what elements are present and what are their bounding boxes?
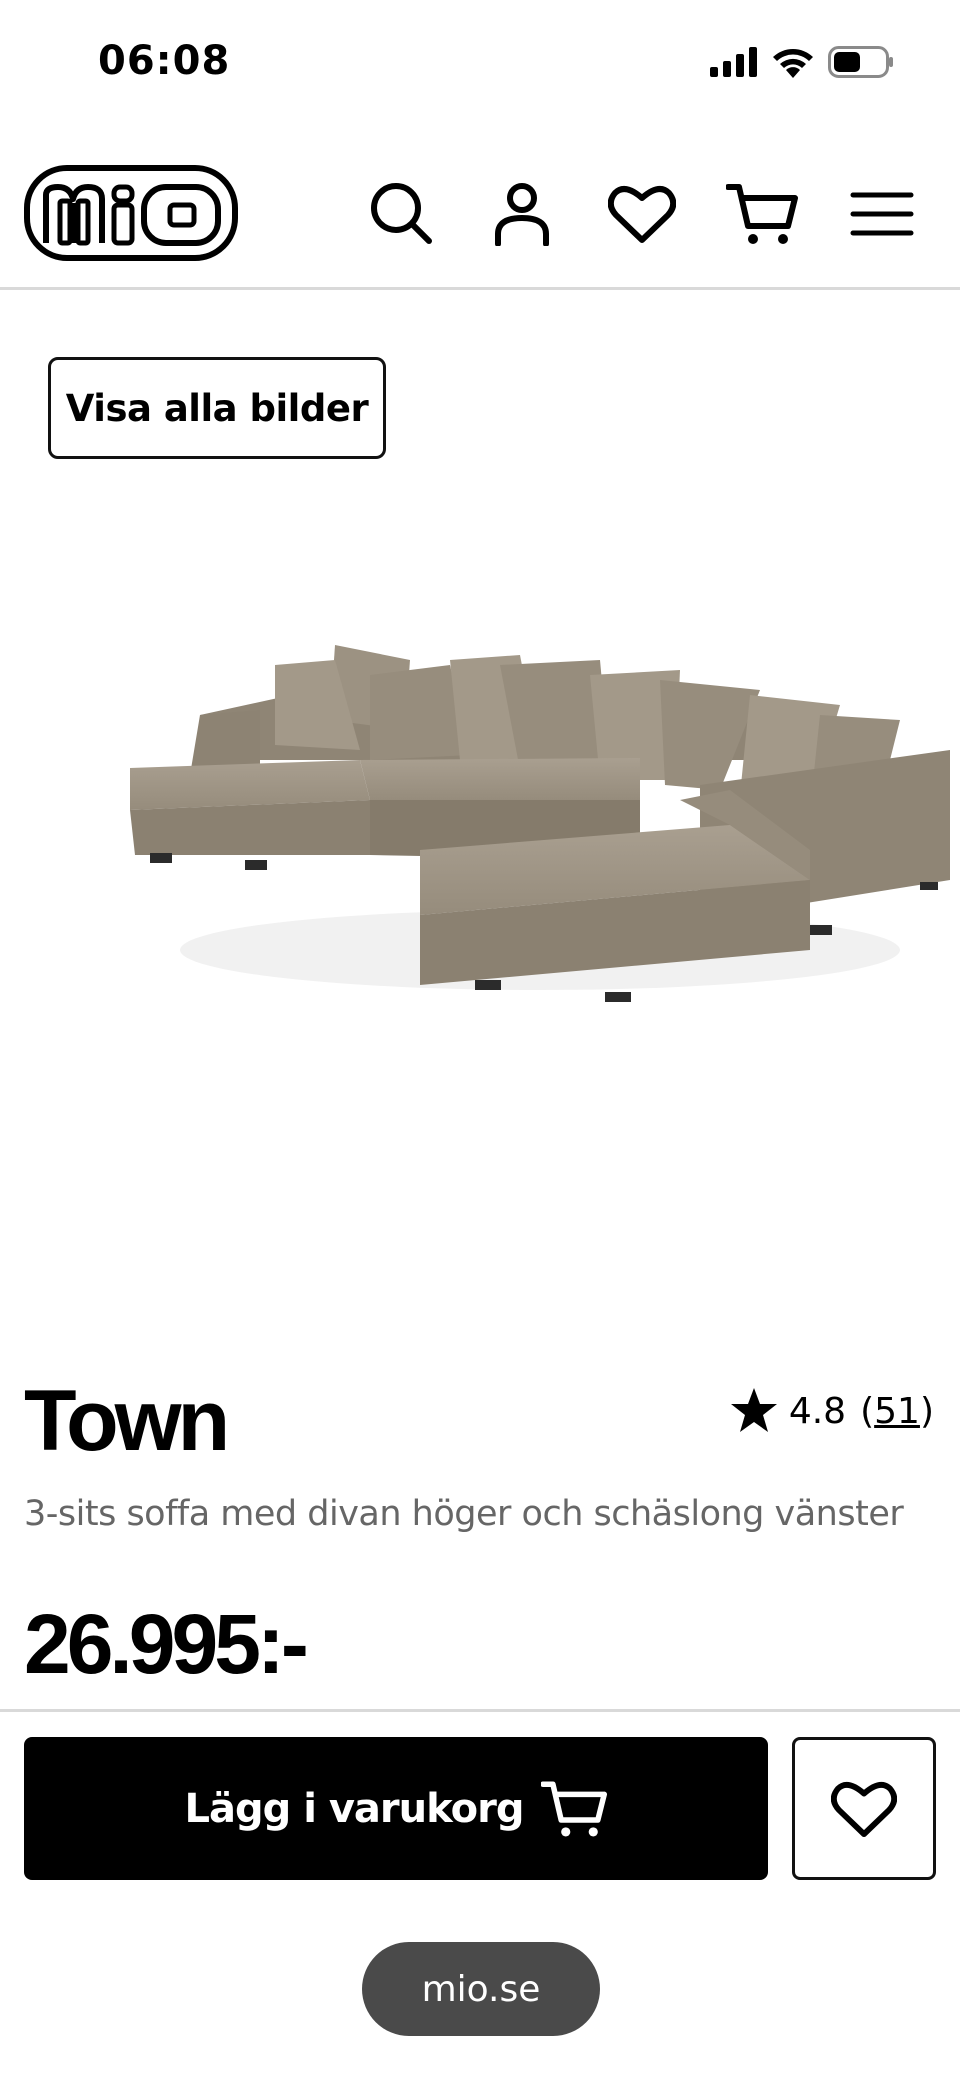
search-icon	[371, 183, 432, 244]
wishlist-heart-icon	[608, 186, 676, 243]
status-time: 06:08	[98, 38, 231, 84]
account-icon	[495, 183, 549, 246]
product-title: Town	[24, 1373, 230, 1469]
star-icon	[730, 1388, 777, 1432]
divider	[0, 1709, 960, 1712]
wishlist-button[interactable]	[606, 178, 678, 250]
add-to-cart-label: Lägg i varukorg	[184, 1785, 525, 1832]
cellular-signal-icon	[710, 47, 757, 77]
add-to-wishlist-button[interactable]	[792, 1737, 936, 1880]
product-price: 26.995:-	[24, 1597, 309, 1691]
cart-button[interactable]	[726, 178, 798, 250]
product-subtitle: 3-sits soffa med divan höger och schäslo…	[24, 1494, 904, 1534]
status-icons	[710, 44, 894, 80]
site-header	[0, 150, 960, 290]
cart-icon	[541, 1781, 608, 1836]
mio-logo[interactable]	[24, 165, 238, 261]
add-to-cart-button[interactable]: Lägg i varukorg	[24, 1737, 768, 1880]
product-rating[interactable]: 4.8 ( 51 )	[729, 1386, 934, 1436]
rating-score: 4.8	[788, 1390, 847, 1432]
wifi-icon	[773, 49, 813, 78]
cart-icon	[726, 184, 798, 244]
rating-paren-close: )	[919, 1390, 934, 1432]
menu-icon	[850, 192, 914, 236]
menu-button[interactable]	[846, 178, 918, 250]
rating-count-link[interactable]: 51	[874, 1391, 920, 1432]
product-image[interactable]	[120, 620, 950, 1020]
show-all-images-button[interactable]: Visa alla bilder	[48, 357, 386, 459]
browser-url-pill[interactable]: mio.se	[362, 1942, 600, 2036]
heart-icon	[831, 1781, 897, 1837]
account-button[interactable]	[486, 178, 558, 250]
status-bar: 06:08	[0, 0, 960, 120]
search-button[interactable]	[366, 178, 438, 250]
rating-paren-open: (	[860, 1390, 875, 1432]
battery-icon	[828, 46, 893, 78]
